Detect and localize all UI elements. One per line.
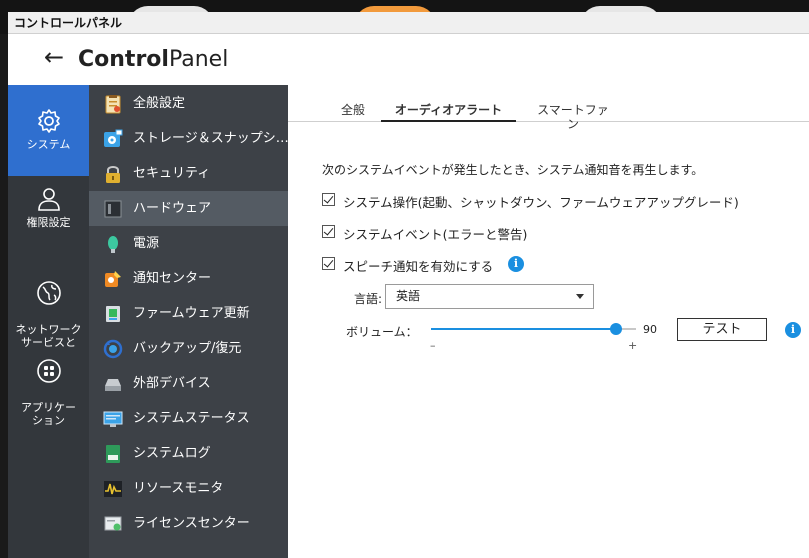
- menu-item-label: システムログ: [133, 446, 211, 461]
- system-events-checkbox[interactable]: [322, 225, 335, 238]
- app-header: ← ControlPanel: [8, 34, 809, 85]
- rail-item-label: 権限設定: [26, 216, 71, 229]
- menu-item-notification-center[interactable]: 通知センター: [89, 261, 288, 296]
- test-info-icon[interactable]: i: [785, 322, 801, 338]
- menu-item-label: 電源: [133, 236, 160, 251]
- chevron-down-icon: [576, 294, 584, 299]
- menu-item-label: ハードウェア: [133, 201, 212, 216]
- backup-icon: [103, 339, 123, 359]
- menu-item-hardware[interactable]: ハードウェア: [89, 191, 288, 226]
- rail-item-applications[interactable]: アプリケー ション: [8, 345, 89, 427]
- speech-notification-checkbox[interactable]: [322, 257, 335, 270]
- system-operations-checkbox[interactable]: [322, 193, 335, 206]
- storage-icon: [104, 129, 123, 147]
- volume-value: 90: [643, 323, 657, 336]
- rail-item-label: システム: [26, 138, 71, 151]
- category-rail: システム 権限設定 ネットワーク サービスと アプリケー ション: [8, 85, 89, 558]
- hardware-icon: [104, 200, 122, 218]
- monitor-icon: [103, 411, 123, 427]
- menu-item-label: ファームウェア更新: [133, 306, 250, 321]
- rail-item-network[interactable]: ネットワーク サービスと: [8, 267, 89, 349]
- external-device-icon: [105, 379, 121, 391]
- hardware-content: 全般 オーディオアラート スマートファン 次のシステムイベントが発生したとき、シ…: [288, 85, 809, 558]
- resource-monitor-icon: [104, 481, 122, 497]
- menu-item-firmware-update[interactable]: ファームウェア更新: [89, 296, 288, 331]
- tab-audio-alert[interactable]: オーディオアラート: [381, 103, 516, 122]
- language-selected-value: 英語: [396, 289, 421, 303]
- control-panel-window: コントロールパネル ← ControlPanel システム 権限設定 ネットワー…: [8, 12, 809, 558]
- menu-item-label: セキュリティ: [133, 166, 211, 181]
- app-title: ControlPanel: [78, 47, 228, 72]
- app-title-rest: Panel: [168, 47, 229, 72]
- firmware-icon: [106, 306, 120, 322]
- system-menu: 全般設定 ストレージ＆スナップシ… セキュリティ ハードウェア 電源 通知センタ…: [89, 85, 288, 558]
- audio-alert-description: 次のシステムイベントが発生したとき、システム通知音を再生します。: [322, 163, 704, 177]
- user-icon: [37, 188, 60, 211]
- back-arrow-icon[interactable]: ←: [44, 44, 68, 72]
- volume-slider-thumb[interactable]: [610, 323, 622, 335]
- menu-item-license-center[interactable]: ライセンスセンター: [89, 506, 288, 541]
- menu-item-label: 全般設定: [133, 96, 186, 111]
- app-title-bold: Control: [78, 47, 169, 72]
- menu-item-system-status[interactable]: システムステータス: [89, 401, 288, 436]
- power-icon: [108, 236, 118, 253]
- menu-item-label: システムステータス: [133, 411, 250, 426]
- menu-item-external-devices[interactable]: 外部デバイス: [89, 366, 288, 401]
- menu-item-security[interactable]: セキュリティ: [89, 156, 288, 191]
- test-button[interactable]: テスト: [677, 318, 767, 341]
- menu-item-power[interactable]: 電源: [89, 226, 288, 261]
- apps-grid-icon: [36, 359, 61, 383]
- volume-min-label: –: [430, 339, 436, 352]
- menu-item-label: 通知センター: [133, 271, 212, 286]
- option-label: スピーチ通知を有効にする: [343, 259, 494, 274]
- volume-max-label: +: [628, 339, 638, 352]
- menu-item-label: ストレージ＆スナップシ…: [133, 131, 288, 146]
- option-label: システム操作(起動、シャットダウン、ファームウェアアップグレード): [343, 195, 739, 210]
- menu-item-label: バックアップ/復元: [133, 341, 242, 356]
- rail-item-label: アプリケー ション: [21, 401, 76, 427]
- volume-slider[interactable]: [431, 323, 636, 335]
- menu-item-backup-restore[interactable]: バックアップ/復元: [89, 331, 288, 366]
- globe-icon: [36, 281, 61, 305]
- rail-item-permissions[interactable]: 権限設定: [8, 186, 89, 246]
- menu-item-label: リソースモニタ: [133, 481, 224, 496]
- language-select[interactable]: 英語: [385, 284, 594, 309]
- hardware-tabs: 全般 オーディオアラート スマートファン: [288, 85, 809, 131]
- rail-item-system[interactable]: システム: [8, 85, 89, 176]
- volume-label: ボリューム：: [346, 325, 418, 339]
- menu-item-system-log[interactable]: システムログ: [89, 436, 288, 471]
- log-icon: [106, 445, 120, 463]
- menu-item-label: ライセンスセンター: [133, 516, 250, 531]
- menu-item-general-settings[interactable]: 全般設定: [89, 86, 288, 121]
- tab-smart-fan[interactable]: スマートファン: [532, 103, 614, 131]
- lock-icon: [106, 166, 120, 183]
- gear-icon: [37, 109, 60, 133]
- clipboard-icon: [105, 95, 121, 114]
- menu-item-storage-snapshots[interactable]: ストレージ＆スナップシ…: [89, 121, 288, 156]
- notification-icon: [105, 271, 121, 287]
- menu-item-resource-monitor[interactable]: リソースモニタ: [89, 471, 288, 506]
- menu-item-label: 外部デバイス: [133, 376, 211, 391]
- option-label: システムイベント(エラーと警告): [343, 227, 528, 242]
- language-label: 言語:: [354, 292, 383, 306]
- tab-general[interactable]: 全般: [340, 103, 366, 122]
- window-titlebar: コントロールパネル: [8, 12, 809, 34]
- volume-slider-fill: [431, 328, 616, 330]
- speech-info-icon[interactable]: i: [508, 256, 524, 272]
- license-icon: [104, 516, 122, 531]
